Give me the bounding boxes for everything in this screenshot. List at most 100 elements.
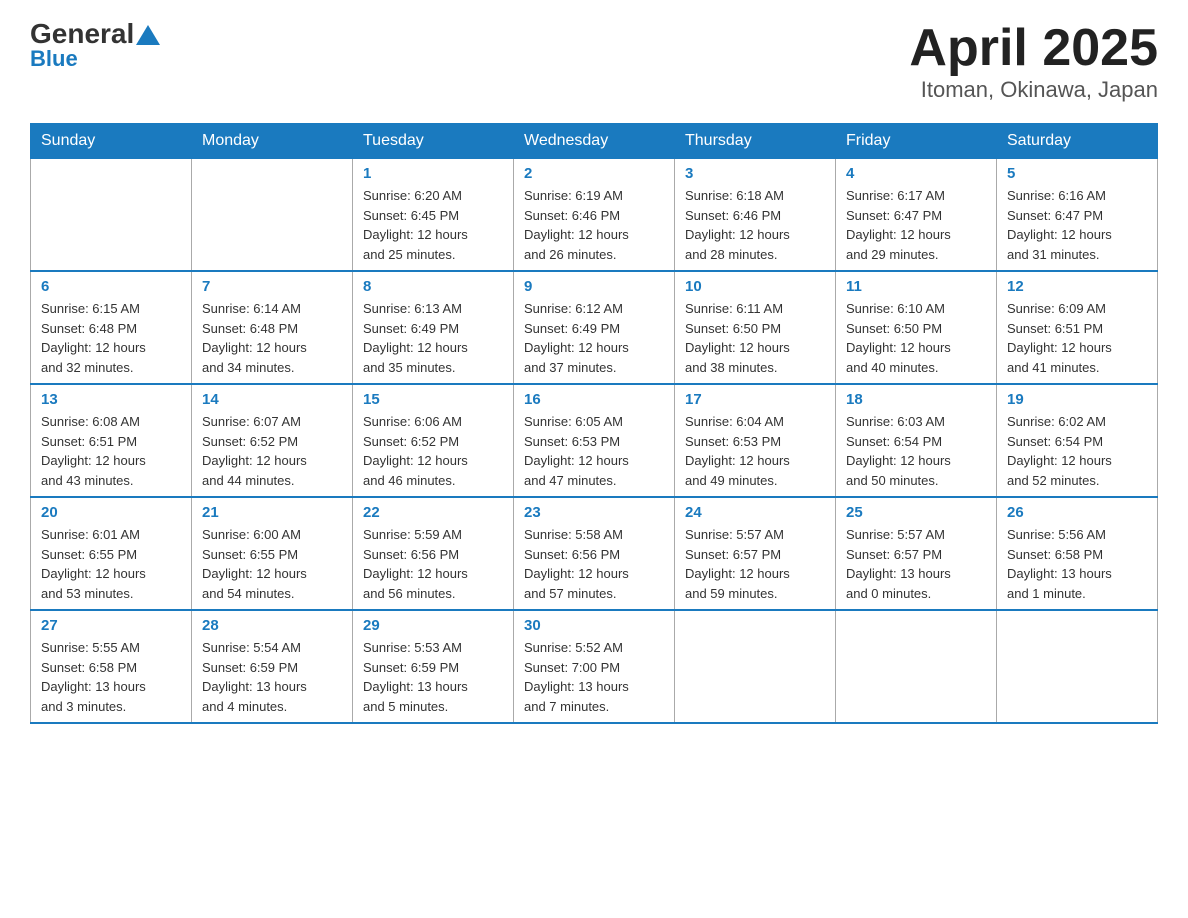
day-number: 3: [685, 165, 825, 182]
calendar-cell: 13 Sunrise: 6:08 AM Sunset: 6:51 PM Dayli…: [31, 384, 192, 497]
day-info: Sunrise: 6:20 AM Sunset: 6:45 PM Dayligh…: [363, 186, 503, 264]
calendar-cell: 3 Sunrise: 6:18 AM Sunset: 6:46 PM Daylig…: [675, 159, 836, 272]
calendar-cell: 23 Sunrise: 5:58 AM Sunset: 6:56 PM Dayli…: [514, 497, 675, 610]
calendar-cell: 8 Sunrise: 6:13 AM Sunset: 6:49 PM Daylig…: [353, 271, 514, 384]
day-number: 22: [363, 504, 503, 521]
day-info: Sunrise: 6:12 AM Sunset: 6:49 PM Dayligh…: [524, 299, 664, 377]
day-info: Sunrise: 6:19 AM Sunset: 6:46 PM Dayligh…: [524, 186, 664, 264]
day-info: Sunrise: 5:55 AM Sunset: 6:58 PM Dayligh…: [41, 638, 181, 716]
day-number: 4: [846, 165, 986, 182]
day-info: Sunrise: 6:04 AM Sunset: 6:53 PM Dayligh…: [685, 412, 825, 490]
calendar-cell: [675, 610, 836, 723]
calendar-week-5: 27 Sunrise: 5:55 AM Sunset: 6:58 PM Dayli…: [31, 610, 1158, 723]
day-number: 23: [524, 504, 664, 521]
day-info: Sunrise: 5:57 AM Sunset: 6:57 PM Dayligh…: [846, 525, 986, 603]
day-number: 1: [363, 165, 503, 182]
day-info: Sunrise: 6:07 AM Sunset: 6:52 PM Dayligh…: [202, 412, 342, 490]
day-number: 6: [41, 278, 181, 295]
header-friday: Friday: [836, 124, 997, 159]
calendar-cell: 17 Sunrise: 6:04 AM Sunset: 6:53 PM Dayli…: [675, 384, 836, 497]
calendar-cell: 7 Sunrise: 6:14 AM Sunset: 6:48 PM Daylig…: [192, 271, 353, 384]
day-info: Sunrise: 6:08 AM Sunset: 6:51 PM Dayligh…: [41, 412, 181, 490]
logo-general-text: General: [30, 20, 160, 48]
calendar-week-1: 1 Sunrise: 6:20 AM Sunset: 6:45 PM Daylig…: [31, 159, 1158, 272]
calendar-cell: 28Sunrise: 5:54 AM Sunset: 6:59 PM Dayli…: [192, 610, 353, 723]
page-header: General Blue April 2025 Itoman, Okinawa,…: [30, 20, 1158, 103]
day-info: Sunrise: 6:03 AM Sunset: 6:54 PM Dayligh…: [846, 412, 986, 490]
calendar-cell: 24Sunrise: 5:57 AM Sunset: 6:57 PM Dayli…: [675, 497, 836, 610]
day-info: Sunrise: 6:14 AM Sunset: 6:48 PM Dayligh…: [202, 299, 342, 377]
day-info: Sunrise: 6:13 AM Sunset: 6:49 PM Dayligh…: [363, 299, 503, 377]
calendar-cell: 29Sunrise: 5:53 AM Sunset: 6:59 PM Dayli…: [353, 610, 514, 723]
day-number: 26: [1007, 504, 1147, 521]
day-number: 20: [41, 504, 181, 521]
calendar-cell: 27 Sunrise: 5:55 AM Sunset: 6:58 PM Dayli…: [31, 610, 192, 723]
day-number: 13: [41, 391, 181, 408]
day-info: Sunrise: 6:16 AM Sunset: 6:47 PM Dayligh…: [1007, 186, 1147, 264]
day-number: 27: [41, 617, 181, 634]
calendar-cell: 10 Sunrise: 6:11 AM Sunset: 6:50 PM Dayli…: [675, 271, 836, 384]
day-number: 5: [1007, 165, 1147, 182]
calendar-cell: 20 Sunrise: 6:01 AM Sunset: 6:55 PM Dayli…: [31, 497, 192, 610]
day-info: Sunrise: 6:10 AM Sunset: 6:50 PM Dayligh…: [846, 299, 986, 377]
day-number: 21: [202, 504, 342, 521]
calendar-cell: 22 Sunrise: 5:59 AM Sunset: 6:56 PM Dayli…: [353, 497, 514, 610]
calendar-cell: 16Sunrise: 6:05 AM Sunset: 6:53 PM Dayli…: [514, 384, 675, 497]
day-info: Sunrise: 6:00 AM Sunset: 6:55 PM Dayligh…: [202, 525, 342, 603]
day-info: Sunrise: 6:01 AM Sunset: 6:55 PM Dayligh…: [41, 525, 181, 603]
header-sunday: Sunday: [31, 124, 192, 159]
calendar-header-row: Sunday Monday Tuesday Wednesday Thursday…: [31, 124, 1158, 159]
calendar-cell: 9 Sunrise: 6:12 AM Sunset: 6:49 PM Daylig…: [514, 271, 675, 384]
day-info: Sunrise: 6:17 AM Sunset: 6:47 PM Dayligh…: [846, 186, 986, 264]
day-number: 14: [202, 391, 342, 408]
logo: General Blue: [30, 20, 160, 70]
day-number: 7: [202, 278, 342, 295]
calendar-cell: 15Sunrise: 6:06 AM Sunset: 6:52 PM Dayli…: [353, 384, 514, 497]
calendar-week-4: 20 Sunrise: 6:01 AM Sunset: 6:55 PM Dayli…: [31, 497, 1158, 610]
day-info: Sunrise: 5:57 AM Sunset: 6:57 PM Dayligh…: [685, 525, 825, 603]
calendar-cell: [836, 610, 997, 723]
calendar-cell: 4 Sunrise: 6:17 AM Sunset: 6:47 PM Daylig…: [836, 159, 997, 272]
day-number: 8: [363, 278, 503, 295]
header-wednesday: Wednesday: [514, 124, 675, 159]
day-info: Sunrise: 6:09 AM Sunset: 6:51 PM Dayligh…: [1007, 299, 1147, 377]
day-number: 19: [1007, 391, 1147, 408]
day-number: 9: [524, 278, 664, 295]
calendar-cell: 11Sunrise: 6:10 AM Sunset: 6:50 PM Dayli…: [836, 271, 997, 384]
day-info: Sunrise: 5:58 AM Sunset: 6:56 PM Dayligh…: [524, 525, 664, 603]
day-info: Sunrise: 5:56 AM Sunset: 6:58 PM Dayligh…: [1007, 525, 1147, 603]
day-info: Sunrise: 6:11 AM Sunset: 6:50 PM Dayligh…: [685, 299, 825, 377]
calendar-cell: [997, 610, 1158, 723]
day-number: 30: [524, 617, 664, 634]
day-info: Sunrise: 6:15 AM Sunset: 6:48 PM Dayligh…: [41, 299, 181, 377]
calendar-cell: 6 Sunrise: 6:15 AM Sunset: 6:48 PM Daylig…: [31, 271, 192, 384]
day-info: Sunrise: 6:06 AM Sunset: 6:52 PM Dayligh…: [363, 412, 503, 490]
calendar-cell: 1 Sunrise: 6:20 AM Sunset: 6:45 PM Daylig…: [353, 159, 514, 272]
day-info: Sunrise: 6:18 AM Sunset: 6:46 PM Dayligh…: [685, 186, 825, 264]
day-number: 17: [685, 391, 825, 408]
calendar-cell: [31, 159, 192, 272]
calendar-table: Sunday Monday Tuesday Wednesday Thursday…: [30, 123, 1158, 724]
calendar-cell: 14 Sunrise: 6:07 AM Sunset: 6:52 PM Dayli…: [192, 384, 353, 497]
calendar-cell: [192, 159, 353, 272]
calendar-cell: 12 Sunrise: 6:09 AM Sunset: 6:51 PM Dayli…: [997, 271, 1158, 384]
day-number: 18: [846, 391, 986, 408]
calendar-cell: 2Sunrise: 6:19 AM Sunset: 6:46 PM Daylig…: [514, 159, 675, 272]
calendar-cell: 18 Sunrise: 6:03 AM Sunset: 6:54 PM Dayli…: [836, 384, 997, 497]
day-info: Sunrise: 5:54 AM Sunset: 6:59 PM Dayligh…: [202, 638, 342, 716]
day-number: 29: [363, 617, 503, 634]
calendar-cell: 5 Sunrise: 6:16 AM Sunset: 6:47 PM Daylig…: [997, 159, 1158, 272]
day-number: 10: [685, 278, 825, 295]
calendar-week-3: 13 Sunrise: 6:08 AM Sunset: 6:51 PM Dayli…: [31, 384, 1158, 497]
day-number: 16: [524, 391, 664, 408]
day-info: Sunrise: 5:59 AM Sunset: 6:56 PM Dayligh…: [363, 525, 503, 603]
day-number: 12: [1007, 278, 1147, 295]
calendar-cell: 19Sunrise: 6:02 AM Sunset: 6:54 PM Dayli…: [997, 384, 1158, 497]
calendar-location: Itoman, Okinawa, Japan: [909, 77, 1158, 103]
calendar-cell: 30Sunrise: 5:52 AM Sunset: 7:00 PM Dayli…: [514, 610, 675, 723]
logo-triangle-icon: [136, 25, 160, 45]
title-block: April 2025 Itoman, Okinawa, Japan: [909, 20, 1158, 103]
day-number: 25: [846, 504, 986, 521]
calendar-week-2: 6 Sunrise: 6:15 AM Sunset: 6:48 PM Daylig…: [31, 271, 1158, 384]
header-monday: Monday: [192, 124, 353, 159]
